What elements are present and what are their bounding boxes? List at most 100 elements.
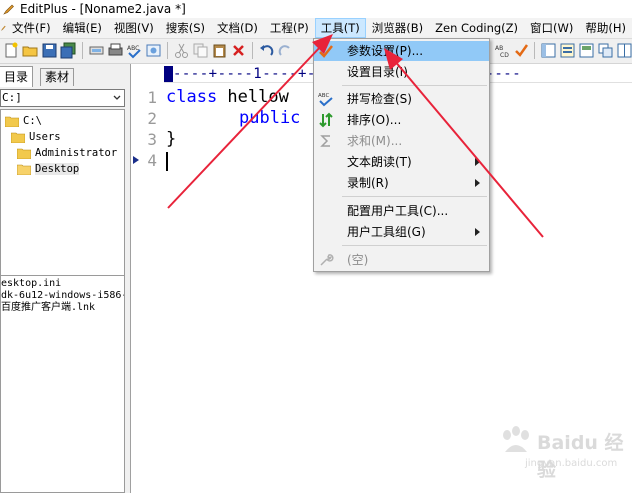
code-keyword: class: [166, 87, 218, 107]
window-list-icon[interactable]: [578, 42, 595, 59]
menu-help[interactable]: 帮助(H): [579, 18, 632, 38]
menu-separator: [342, 196, 487, 197]
code-keyword: public: [239, 108, 301, 128]
tools-menu: 参数设置(P)... 设置目录(I) ABC 拼写检查(S) 排序(O)... …: [313, 38, 490, 272]
save-icon[interactable]: [41, 42, 58, 59]
menu-browser[interactable]: 浏览器(B): [366, 18, 429, 38]
new-file-icon[interactable]: [3, 42, 20, 59]
drive-select[interactable]: C:]: [0, 89, 125, 107]
check-icon[interactable]: [513, 42, 530, 59]
menu-item-label: 配置用户工具(C)...: [347, 204, 449, 218]
toolbar-separator: [534, 42, 535, 59]
toolbar-separator: [252, 42, 253, 59]
menu-separator: [342, 85, 487, 86]
menu-item-spell-check[interactable]: ABC 拼写检查(S): [314, 89, 489, 109]
toolbar-separator: [82, 42, 83, 59]
delete-icon[interactable]: [230, 42, 247, 59]
submenu-arrow-icon: [475, 228, 480, 236]
menu-zen-coding[interactable]: Zen Coding(Z): [429, 18, 524, 38]
word-wrap-icon[interactable]: ABCD: [494, 42, 511, 59]
tree-item-label: Desktop: [35, 162, 80, 175]
file-item[interactable]: dk-6u12-windows-i586-p: [1, 290, 124, 302]
tree-item-users[interactable]: Users: [11, 129, 61, 144]
code-line-1: class hellow: [166, 87, 289, 108]
menu-item-label: 参数设置(P)...: [347, 44, 424, 58]
menu-item-sum[interactable]: 求和(M)...: [314, 131, 489, 151]
menu-item-text-to-speech[interactable]: 文本朗读(T): [314, 152, 489, 172]
toolbar-separator: [167, 42, 168, 59]
copy-icon[interactable]: [192, 42, 209, 59]
code-text: }: [166, 129, 177, 149]
layout-icon[interactable]: [559, 42, 576, 59]
line-number: 1: [147, 88, 157, 107]
browser-preview-icon[interactable]: [145, 42, 162, 59]
tile-icon[interactable]: [616, 42, 632, 59]
tab-directory[interactable]: 目录: [0, 66, 34, 87]
menu-item-sort[interactable]: 排序(O)...: [314, 110, 489, 130]
paste-icon[interactable]: [211, 42, 228, 59]
ruler-cursor-mark: █: [164, 66, 173, 82]
sort-arrows-icon: [319, 112, 333, 128]
tree-item-desktop[interactable]: Desktop: [17, 161, 80, 176]
menu-file[interactable]: 文件(F): [6, 18, 57, 38]
svg-text:AB: AB: [495, 45, 503, 52]
menu-item-label: (空): [347, 253, 369, 267]
spell-check-toolbar-icon[interactable]: ABC: [126, 42, 143, 59]
menu-item-label: 拼写检查(S): [347, 92, 412, 106]
menu-document[interactable]: 文档(D): [211, 18, 264, 38]
watermark-brand: Baidu 经验: [537, 432, 624, 481]
file-item[interactable]: esktop.ini: [1, 278, 61, 290]
folder-icon: [11, 132, 25, 143]
menu-item-preferences[interactable]: 参数设置(P)...: [314, 41, 489, 61]
cut-icon[interactable]: [173, 42, 190, 59]
file-item[interactable]: 百度推广客户端.lnk: [1, 302, 95, 314]
menu-project[interactable]: 工程(P): [264, 18, 315, 38]
menu-item-label: 录制(R): [347, 176, 389, 190]
tree-item-label: Administrator: [35, 146, 118, 159]
line-number-gutter: 1 2 3 4: [131, 86, 163, 493]
chevron-down-icon: [113, 95, 121, 100]
line-number: 3: [147, 130, 157, 149]
submenu-arrow-icon: [475, 179, 480, 187]
code-line-3: }: [166, 129, 176, 150]
baidu-paw-logo-icon: [503, 426, 529, 452]
tree-item-c-drive[interactable]: C:\: [5, 113, 42, 128]
ftp-icon[interactable]: [88, 42, 105, 59]
menu-search[interactable]: 搜索(S): [160, 18, 211, 38]
sigma-icon: [320, 135, 330, 147]
menu-item-label: 求和(M)...: [347, 134, 403, 148]
panel-toggle-icon[interactable]: [540, 42, 557, 59]
menu-item-empty-tools[interactable]: (空): [314, 250, 489, 270]
cascade-icon[interactable]: [597, 42, 614, 59]
menu-item-label: 文本朗读(T): [347, 155, 412, 169]
menu-view[interactable]: 视图(V): [108, 18, 160, 38]
open-folder-icon[interactable]: [22, 42, 39, 59]
menu-window[interactable]: 窗口(W): [524, 18, 579, 38]
menu-item-label: 排序(O)...: [347, 113, 402, 127]
menu-edit[interactable]: 编辑(E): [57, 18, 108, 38]
redo-icon[interactable]: [277, 42, 294, 59]
menu-item-label: 用户工具组(G): [347, 225, 426, 239]
tree-item-administrator[interactable]: Administrator: [17, 145, 117, 160]
panel-tabs: 目录 素材: [0, 66, 130, 87]
menu-item-configure-user-tools[interactable]: 配置用户工具(C)...: [314, 201, 489, 221]
print-icon[interactable]: [107, 42, 124, 59]
title-bar: EditPlus - [Noname2.java *]: [0, 0, 632, 18]
undo-icon[interactable]: [258, 42, 275, 59]
checkmark-icon: [319, 45, 333, 58]
menu-item-user-tool-groups[interactable]: 用户工具组(G): [314, 222, 489, 242]
window-title: EditPlus - [Noname2.java *]: [20, 2, 186, 16]
tab-clip-text[interactable]: 素材: [40, 68, 75, 86]
code-text: hellow: [217, 87, 289, 107]
file-list[interactable]: esktop.ini dk-6u12-windows-i586-p 百度推广客户…: [0, 275, 125, 493]
menu-tools[interactable]: 工具(T): [314, 18, 366, 38]
menu-bar: 文件(F) 编辑(E) 视图(V) 搜索(S) 文档(D) 工程(P) 工具(T…: [0, 18, 632, 39]
line-number: 2: [147, 109, 157, 128]
watermark-url: jingyan.baidu.com: [525, 458, 618, 469]
menu-item-set-directory[interactable]: 设置目录(I): [314, 62, 489, 82]
folder-icon: [17, 148, 31, 159]
save-all-icon[interactable]: [60, 42, 77, 59]
code-line-2: public: [239, 108, 300, 129]
menu-item-record[interactable]: 录制(R): [314, 173, 489, 193]
svg-text:ABC: ABC: [127, 45, 139, 52]
